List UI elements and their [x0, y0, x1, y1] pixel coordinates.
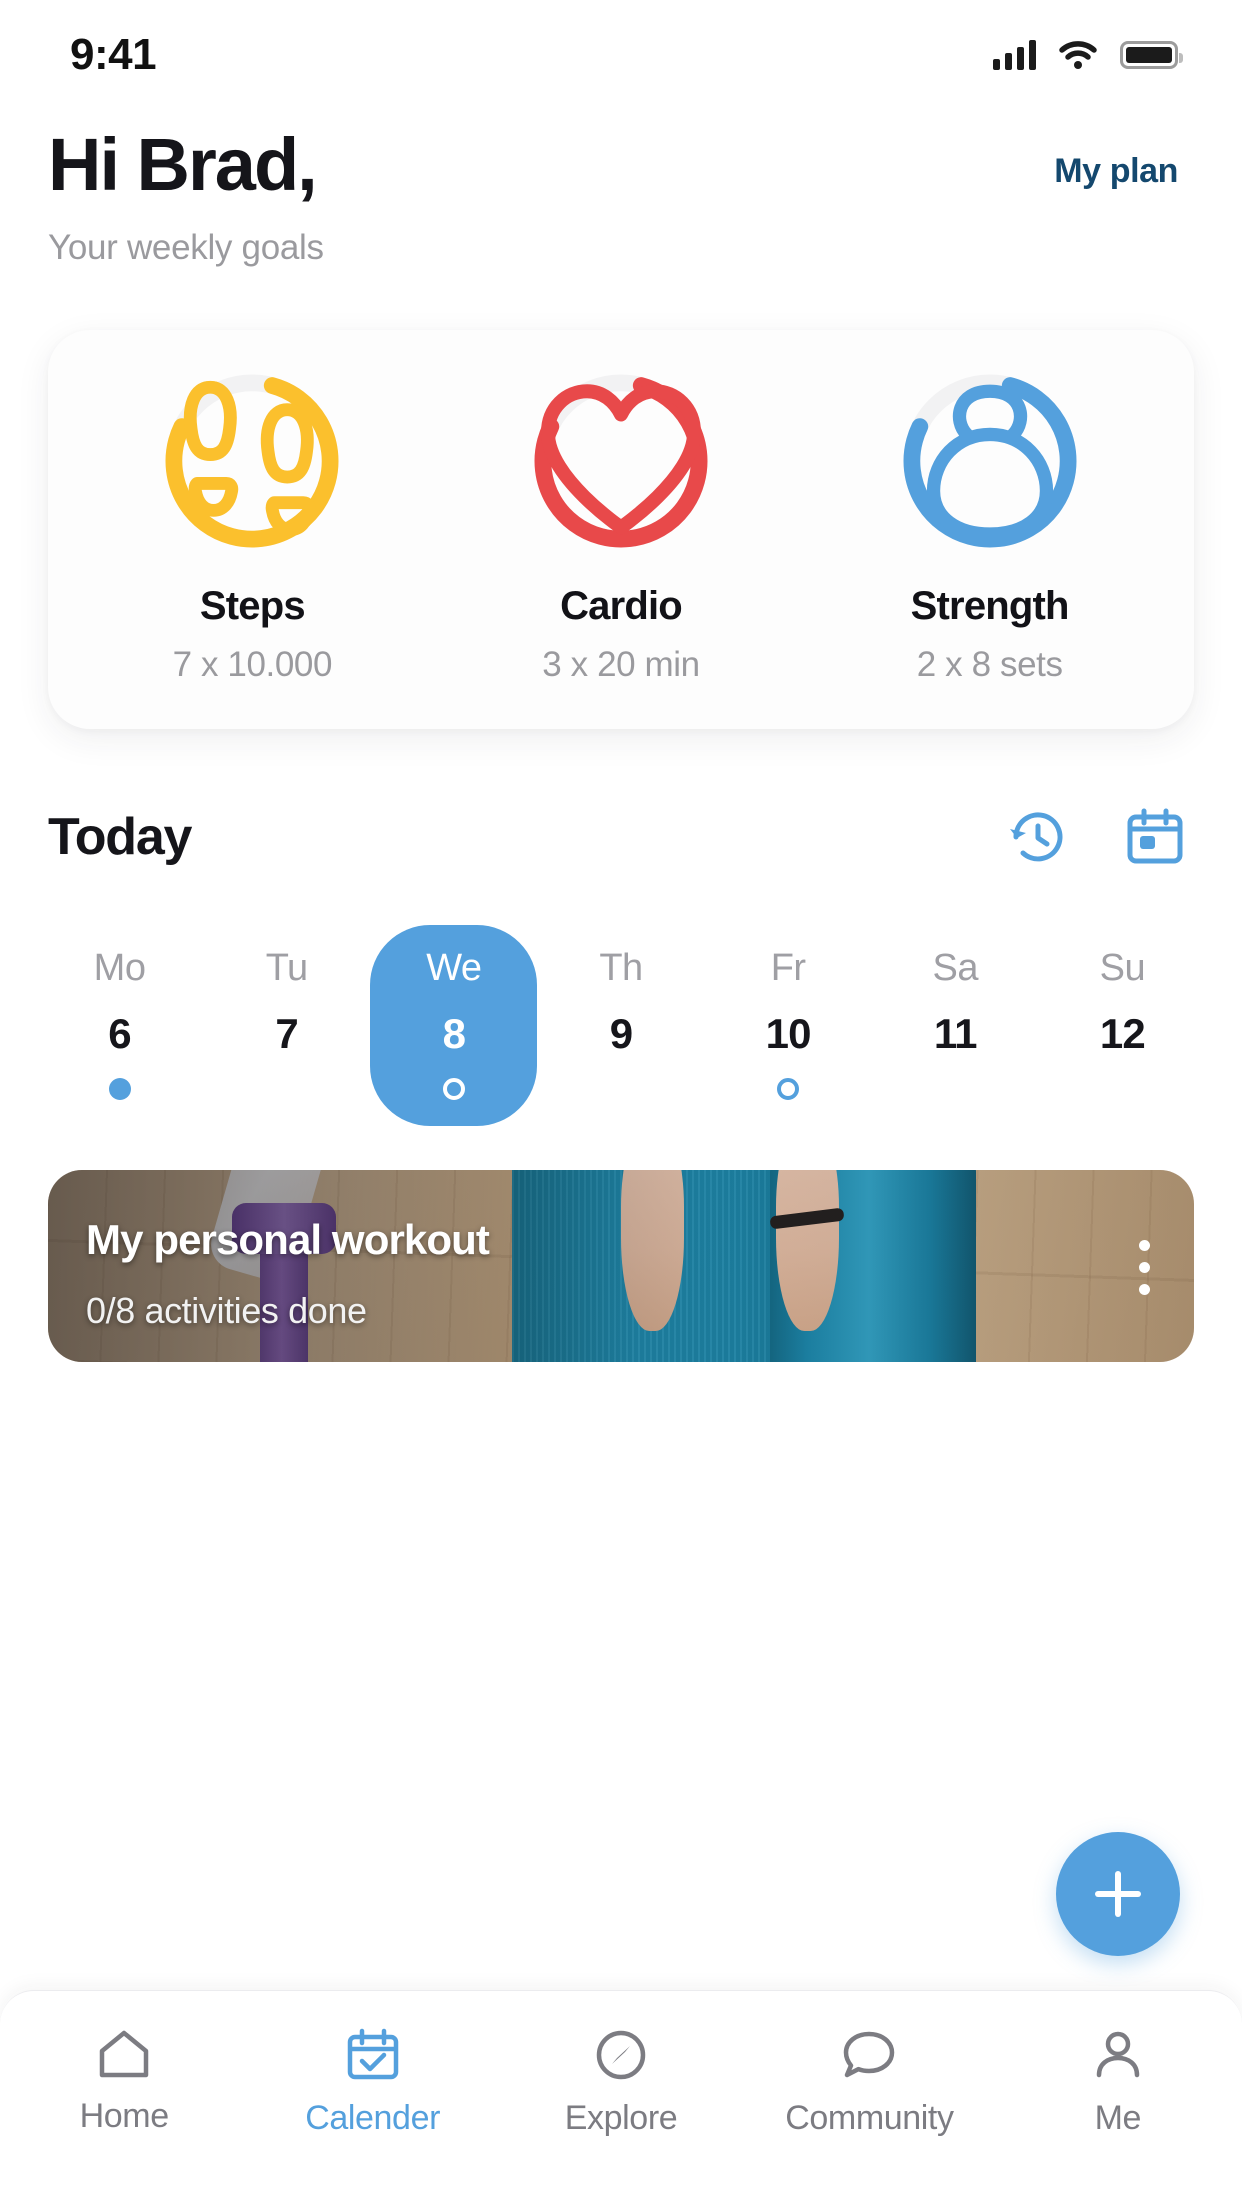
day-dot	[777, 1078, 800, 1100]
day-number: 6	[108, 1010, 131, 1057]
goal-name: Cardio	[560, 584, 683, 628]
workout-progress: 0/8 activities done	[86, 1290, 367, 1331]
progress-ring-cardio	[528, 368, 714, 554]
day-number: 12	[1099, 1010, 1146, 1057]
compass-icon	[596, 2030, 646, 2080]
day-dot	[276, 1078, 298, 1100]
day-name: We	[426, 947, 482, 989]
tab-explore[interactable]: Explore	[497, 2027, 745, 2138]
day-dot	[1111, 1078, 1133, 1100]
day-item-th[interactable]: Th 9	[537, 925, 704, 1126]
today-header: Today	[48, 807, 1186, 867]
day-item-fr[interactable]: Fr 10	[705, 925, 872, 1126]
kettlebell-icon	[897, 368, 1083, 554]
day-dot	[610, 1078, 632, 1100]
day-dot	[108, 1078, 131, 1100]
workout-title: My personal workout	[86, 1216, 490, 1263]
progress-ring-strength	[897, 368, 1083, 554]
calendar-icon[interactable]	[1124, 807, 1186, 867]
day-number: 8	[442, 1010, 466, 1057]
battery-icon	[1120, 41, 1183, 69]
goal-steps[interactable]: Steps 7 x 10.000	[68, 368, 437, 685]
bottom-navigation: Home Calender Explore Community Me	[0, 1990, 1242, 2208]
my-plan-link[interactable]: My plan	[1054, 152, 1178, 191]
day-name: Sa	[932, 947, 979, 989]
tab-calender[interactable]: Calender	[248, 2027, 496, 2138]
wifi-icon	[1059, 41, 1097, 69]
signal-bars-icon	[993, 40, 1036, 70]
status-icons	[993, 40, 1183, 70]
day-number: 7	[275, 1010, 298, 1057]
tab-label: Home	[79, 2097, 170, 2135]
workout-card[interactable]: My personal workout 0/8 activities done	[48, 1170, 1194, 1362]
tab-community[interactable]: Community	[745, 2027, 993, 2138]
day-name: Fr	[770, 947, 806, 989]
tab-label: Explore	[564, 2099, 678, 2137]
tab-me[interactable]: Me	[994, 2027, 1242, 2138]
page-subtitle: Your weekly goals	[48, 228, 324, 267]
day-item-su[interactable]: Su 12	[1039, 925, 1206, 1126]
home-icon	[99, 2030, 149, 2078]
day-selector[interactable]: Mo 6 Tu 7 We 8 Th 9 Fr 10 Sa 11 Su 12	[36, 925, 1206, 1126]
tab-home[interactable]: Home	[0, 2027, 248, 2136]
day-name: Th	[599, 947, 643, 989]
progress-ring-steps	[159, 368, 345, 554]
goal-strength[interactable]: Strength 2 x 8 sets	[805, 368, 1174, 685]
day-name: Su	[1099, 947, 1146, 989]
goal-value: 7 x 10.000	[172, 645, 333, 684]
day-name: Tu	[265, 947, 308, 989]
day-number: 9	[609, 1010, 633, 1057]
goal-value: 2 x 8 sets	[916, 645, 1063, 684]
person-icon	[1096, 2031, 1140, 2078]
day-item-mo[interactable]: Mo 6	[36, 925, 203, 1126]
day-dot	[944, 1078, 966, 1100]
day-number: 10	[765, 1010, 812, 1057]
weekly-goals-card: Steps 7 x 10.000 Cardio 3 x 20 min Stren…	[48, 330, 1194, 729]
goal-value: 3 x 20 min	[542, 645, 700, 684]
status-bar: 9:41	[0, 0, 1242, 110]
greeting-section: Hi Brad, Your weekly goals My plan	[0, 110, 1242, 268]
goal-name: Steps	[199, 584, 306, 628]
day-dot	[442, 1078, 465, 1100]
status-time: 9:41	[70, 30, 157, 79]
day-number: 11	[933, 1010, 978, 1057]
plus-icon	[1095, 1871, 1141, 1917]
goal-name: Strength	[910, 584, 1070, 628]
chat-icon	[844, 2031, 895, 2078]
goal-cardio[interactable]: Cardio 3 x 20 min	[437, 368, 806, 685]
history-clock-icon[interactable]	[1006, 807, 1070, 867]
day-item-we[interactable]: We 8	[370, 925, 538, 1126]
today-title: Today	[48, 808, 192, 866]
page-title: Hi Brad,	[48, 123, 318, 206]
day-name: Mo	[93, 947, 146, 989]
tab-label: Calender	[305, 2099, 440, 2137]
day-item-tu[interactable]: Tu 7	[203, 925, 370, 1126]
footprints-icon	[159, 368, 345, 554]
add-button[interactable]	[1056, 1832, 1180, 1956]
more-vertical-icon[interactable]	[1139, 1240, 1150, 1295]
tab-label: Me	[1094, 2099, 1142, 2137]
day-item-sa[interactable]: Sa 11	[872, 925, 1039, 1126]
calendar-check-icon	[347, 2028, 398, 2080]
heart-icon	[528, 368, 714, 554]
tab-label: Community	[785, 2099, 954, 2137]
